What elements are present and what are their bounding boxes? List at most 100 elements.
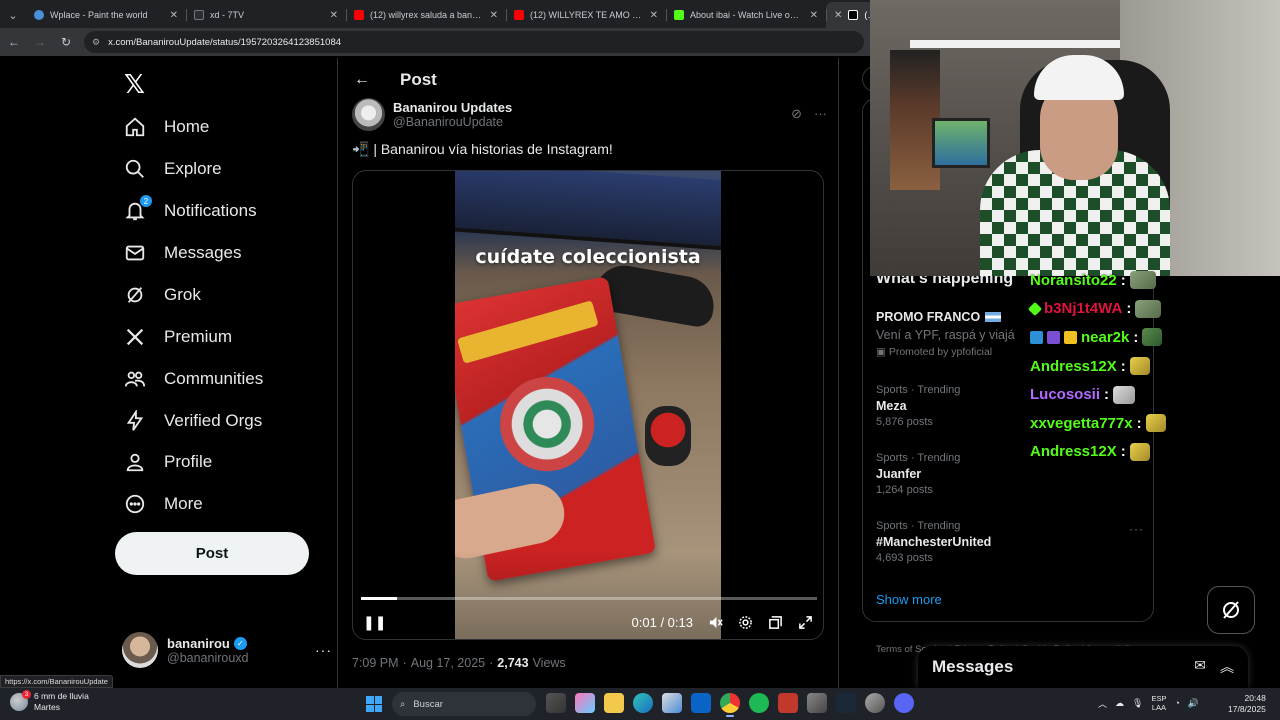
more-dots-icon[interactable]: ··· — [315, 642, 332, 658]
spotify-icon[interactable] — [749, 693, 769, 713]
app-icon[interactable] — [807, 693, 827, 713]
video-control-icons — [707, 614, 813, 630]
browser-tab[interactable]: xd - 7TV ✕ — [186, 2, 346, 28]
webcam-shelf — [910, 40, 1120, 48]
tab-close-icon[interactable]: ✕ — [330, 10, 338, 21]
weather-text: 6 mm de lluvia Martes — [34, 691, 89, 713]
author-name[interactable]: Bananirou Updates — [393, 100, 512, 115]
post-date[interactable]: Aug 17, 2025 — [411, 656, 485, 670]
taskbar-search[interactable]: ⌕ Buscar — [392, 692, 536, 716]
url-text: x.com/BananirouUpdate/status/19572032641… — [108, 36, 342, 48]
nav-item-messages[interactable]: Messages — [124, 233, 241, 273]
task-view-icon[interactable] — [546, 693, 566, 713]
grok-explain-icon[interactable]: ⊘ — [791, 106, 802, 122]
taskbar-clock[interactable]: 20:48 17/8/2025 — [1228, 693, 1266, 715]
tab-close-icon[interactable]: ✕ — [810, 10, 818, 21]
start-button-icon[interactable] — [366, 696, 382, 712]
nav-item-communities[interactable]: Communities — [124, 359, 263, 399]
microphone-icon[interactable]: 🎙 — [1132, 698, 1143, 709]
chat-emote — [1113, 385, 1136, 404]
author-names: Bananirou Updates @BananirouUpdate — [393, 100, 512, 129]
back-icon[interactable]: ← — [6, 35, 22, 49]
app-icon[interactable] — [865, 693, 885, 713]
pause-icon[interactable]: ❚❚ — [363, 614, 386, 631]
weather-widget[interactable]: 3 6 mm de lluvia Martes — [10, 690, 89, 713]
expand-up-icon[interactable]: ︽ — [1220, 657, 1234, 677]
post-time[interactable]: 7:09 PM — [352, 656, 399, 670]
chat-colon: : — [1126, 300, 1132, 318]
stream-chat-overlay: Noransito22: b3Nj1t4WA: near2k: Andress1… — [1027, 266, 1230, 466]
nav-item-grok[interactable]: Grok — [124, 275, 201, 315]
video-progress-bar[interactable] — [361, 597, 817, 600]
browser-tab[interactable]: About ibai - Watch Live on Kick ✕ — [666, 2, 826, 28]
discord-icon[interactable] — [894, 693, 914, 713]
outlook-icon[interactable] — [691, 693, 711, 713]
settings-gear-icon[interactable] — [737, 614, 753, 630]
chat-colon: : — [1104, 386, 1110, 404]
messages-drawer-title: Messages — [932, 657, 1014, 676]
fullscreen-icon[interactable] — [797, 614, 813, 630]
tab-favicon — [848, 10, 859, 20]
new-message-icon[interactable]: ✉ — [1194, 657, 1206, 677]
nav-item-profile[interactable]: Profile — [124, 442, 212, 482]
meta-separator: · — [489, 656, 494, 670]
browser-tab[interactable]: Wplace - Paint the world ✕ — [26, 2, 186, 28]
input-language[interactable]: ESP LAA — [1151, 694, 1166, 712]
nav-item-more[interactable]: More — [124, 484, 203, 524]
nav-item-premium[interactable]: Premium — [124, 317, 232, 357]
video-player[interactable]: cuídate coleccionista ❚❚ 0:01 / 0:13 — [352, 170, 824, 640]
store-icon[interactable] — [662, 693, 682, 713]
trend-count: 1,264 posts — [876, 484, 933, 496]
chat-colon: : — [1120, 443, 1126, 461]
tab-search-button[interactable]: ⌄ — [0, 2, 26, 28]
grok-floating-button[interactable] — [1207, 586, 1255, 634]
tab-close-icon[interactable]: ✕ — [650, 10, 658, 21]
author-avatar[interactable] — [352, 97, 385, 131]
people-icon — [124, 368, 146, 390]
copilot-icon[interactable] — [575, 693, 595, 713]
bell-icon: 2 — [124, 195, 152, 222]
forward-icon[interactable]: → — [32, 35, 48, 49]
author-handle[interactable]: @BananirouUpdate — [393, 115, 512, 129]
app-icon[interactable] — [778, 693, 798, 713]
address-bar[interactable]: ⚙ x.com/BananirouUpdate/status/195720326… — [84, 31, 864, 53]
trend-more-icon[interactable]: ··· — [1129, 522, 1144, 536]
nav-item-verified-orgs[interactable]: Verified Orgs — [124, 401, 262, 441]
chat-emote — [1129, 271, 1156, 290]
taskbar-search-placeholder: Buscar — [413, 698, 443, 710]
tab-close-icon[interactable]: ✕ — [834, 10, 842, 21]
views-label: Views — [532, 656, 566, 670]
tab-favicon — [514, 10, 524, 20]
post-column: ← Post Bananirou Updates @BananirouUpdat… — [337, 58, 839, 688]
file-explorer-icon[interactable] — [604, 693, 624, 713]
chat-user: Andress12X — [1030, 357, 1117, 375]
onedrive-icon[interactable]: ☁ — [1115, 698, 1124, 709]
site-info-icon[interactable]: ⚙ — [92, 37, 100, 48]
browser-tab[interactable]: (12) WILLYREX TE AMO - YouTu ✕ — [506, 2, 666, 28]
compose-post-button[interactable]: Post — [115, 532, 309, 575]
mute-icon[interactable] — [707, 614, 723, 630]
account-switcher[interactable]: bananirou ✓ @bananirouxd ··· — [122, 632, 332, 668]
x-logo-icon[interactable]: 𝕏 — [124, 70, 145, 100]
network-icon[interactable]: ◔ — [1174, 698, 1179, 708]
messages-drawer[interactable]: Messages ✉ ︽ — [918, 646, 1248, 688]
back-arrow-icon[interactable]: ← — [354, 71, 370, 89]
pip-icon[interactable] — [767, 614, 783, 630]
browser-tab[interactable]: (12) willyrex saluda a bana - You ✕ — [346, 2, 506, 28]
reload-icon[interactable]: ↻ — [58, 35, 74, 49]
show-more-link[interactable]: Show more — [876, 592, 942, 607]
trend-item[interactable]: Sports · Trending #ManchesterUnited 4,69… — [876, 520, 1146, 564]
nav-item-notifications[interactable]: 2 Notifications — [124, 191, 257, 231]
post-more-icon[interactable]: ··· — [814, 106, 827, 122]
volume-icon[interactable]: 🔊 — [1188, 698, 1199, 709]
taskbar-apps — [546, 693, 914, 717]
chrome-icon[interactable] — [720, 693, 740, 717]
tab-title: About ibai - Watch Live on Kick — [690, 10, 804, 20]
tab-close-icon[interactable]: ✕ — [170, 10, 178, 21]
steam-icon[interactable] — [836, 693, 856, 713]
tab-close-icon[interactable]: ✕ — [490, 10, 498, 21]
nav-item-home[interactable]: Home — [124, 107, 209, 147]
tray-overflow-icon[interactable]: ︿ — [1098, 697, 1107, 710]
nav-item-explore[interactable]: Explore — [124, 149, 222, 189]
edge-icon[interactable] — [633, 693, 653, 713]
